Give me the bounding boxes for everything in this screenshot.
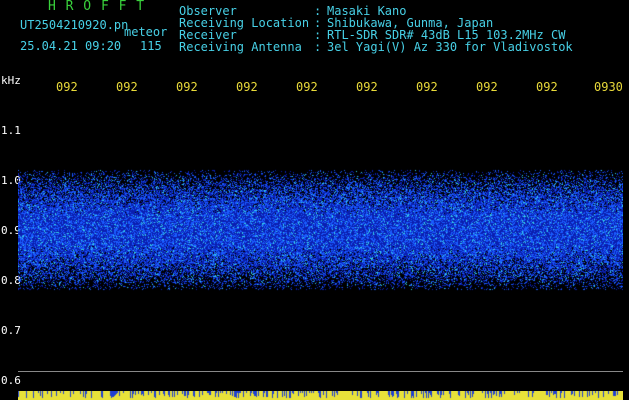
spectrogram-noise-band: [18, 160, 623, 400]
x-tick: 092: [296, 80, 318, 94]
x-tick: 0930: [594, 80, 623, 94]
antenna-label: Receiving Antenna: [179, 40, 302, 54]
meteor-label: meteor: [124, 25, 168, 39]
x-tick: 092: [356, 80, 378, 94]
datetime-label: 25.04.21 09:20: [20, 39, 122, 53]
info-values: Masaki Kano Shibukawa, Gunma, Japan RTL-…: [327, 5, 573, 53]
x-tick: 092: [236, 80, 258, 94]
baseline-signal-strip: [18, 391, 623, 400]
antenna-value: 3el Yagi(V) Az 330 for Vladivostok: [327, 40, 573, 54]
separator: :: [314, 40, 322, 54]
info-separators: : : : :: [314, 5, 321, 53]
meteor-count: 115: [140, 39, 162, 53]
x-tick: 092: [116, 80, 138, 94]
x-tick: 092: [476, 80, 498, 94]
y-unit-label: kHz: [1, 74, 21, 87]
baseline-divider: [18, 371, 623, 372]
y-tick: 1.1: [1, 124, 21, 137]
x-tick: 092: [176, 80, 198, 94]
brand-title: H R O F F T: [48, 0, 146, 14]
x-tick: 092: [536, 80, 558, 94]
x-tick: 092: [56, 80, 78, 94]
x-tick: 092: [416, 80, 438, 94]
filename-label: UT2504210920.pn: [20, 18, 129, 32]
info-labels: Observer Receiving Location Receiver Rec…: [179, 5, 309, 53]
